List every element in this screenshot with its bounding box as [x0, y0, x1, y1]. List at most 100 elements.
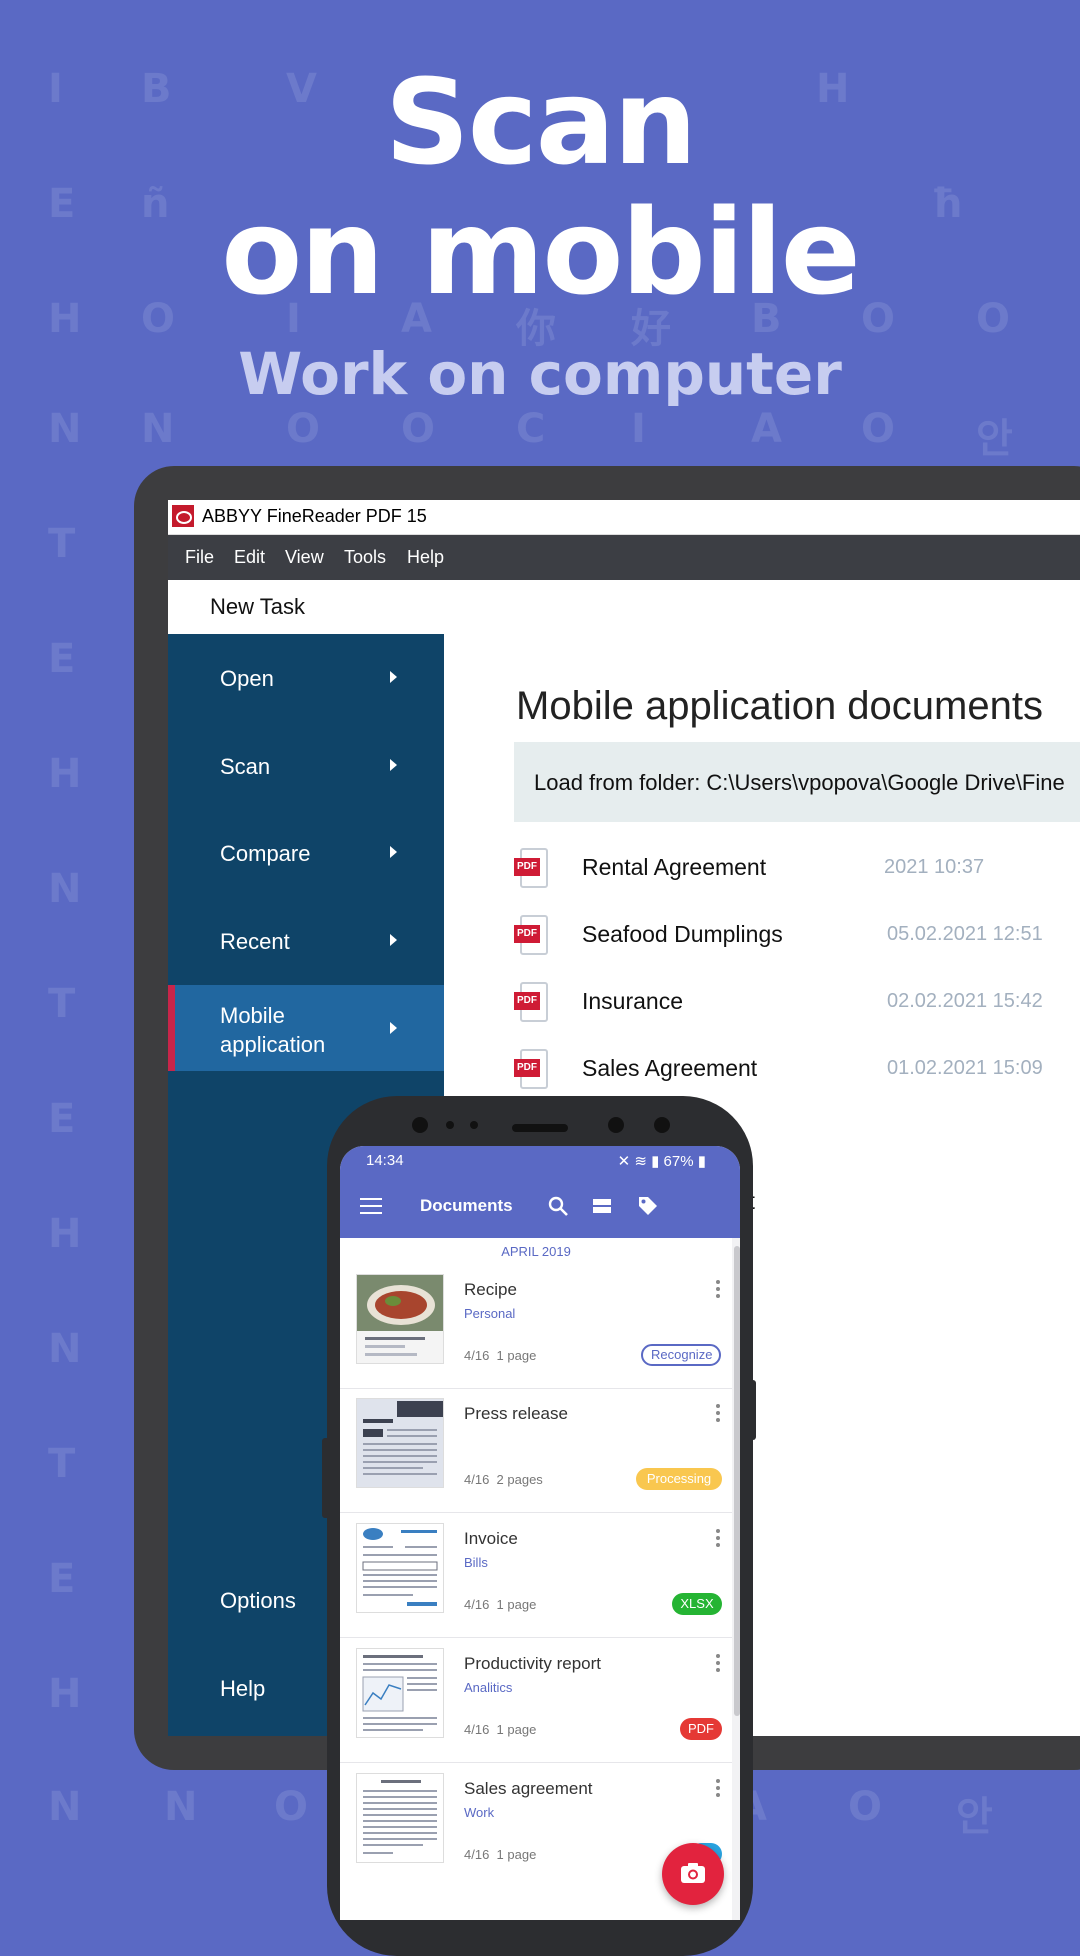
status-time: 14:34	[366, 1152, 404, 1169]
document-date: 4/16	[464, 1597, 490, 1612]
sidebar-item-mobile-application[interactable]: Mobile application	[168, 985, 444, 1071]
document-card-invoice[interactable]: Invoice Bills 4/16 1 page XLSX	[340, 1513, 732, 1638]
more-options-icon[interactable]	[716, 1779, 720, 1797]
document-title: Productivity report	[464, 1654, 601, 1673]
sidebar-item-scan[interactable]: Scan	[168, 722, 444, 808]
sidebar-item-label: Recent	[220, 929, 290, 954]
sidebar-item-compare[interactable]: Compare	[168, 809, 444, 895]
phone-front-camera-icon	[412, 1117, 428, 1133]
background-letter: H	[48, 1671, 82, 1717]
document-date: 05.02.2021 12:51	[887, 923, 1043, 945]
document-card-recipe[interactable]: Recipe Personal 4/16 1 page Recognize	[340, 1264, 732, 1389]
document-date: 4/16	[464, 1847, 490, 1862]
background-letter: N	[48, 866, 82, 912]
more-options-icon[interactable]	[716, 1280, 720, 1298]
format-badge: PDF	[680, 1718, 722, 1740]
background-letter: O	[861, 406, 896, 452]
load-folder-bar[interactable]: Load from folder: C:\Users\vpopova\Googl…	[514, 742, 1080, 822]
more-options-icon[interactable]	[716, 1404, 720, 1422]
headline-line-2: on mobile	[221, 183, 861, 321]
menu-edit[interactable]: Edit	[234, 547, 265, 568]
document-row[interactable]: PDF Sales Agreement 01.02.2021 15:09	[514, 1049, 1080, 1099]
chevron-right-icon	[390, 759, 397, 771]
menu-view[interactable]: View	[285, 547, 324, 568]
tag-icon[interactable]	[636, 1194, 660, 1218]
document-title: Sales agreement	[464, 1779, 593, 1798]
background-letter: O	[401, 406, 436, 452]
battery-percent: 67%	[663, 1153, 694, 1170]
document-list: APRIL 2019 Recipe Personal 4/16 1 page R…	[340, 1238, 732, 1920]
document-pages: 2 pages	[496, 1472, 543, 1487]
status-icons: ✕ ≋ ▮ 67% ▮	[618, 1152, 706, 1170]
document-meta: 4/16 1 page	[464, 1722, 536, 1737]
scan-camera-button[interactable]	[662, 1843, 724, 1905]
phone-sensor-icon	[470, 1121, 478, 1129]
background-letter: 안	[956, 1794, 993, 1840]
search-icon[interactable]	[546, 1194, 570, 1218]
document-date: 4/16	[464, 1472, 490, 1487]
background-letter: H	[48, 751, 82, 797]
document-pages: 1 page	[496, 1722, 537, 1737]
document-name: Sales Agreement	[582, 1055, 758, 1081]
new-task-label: New Task	[210, 594, 305, 619]
document-pages: 1 page	[496, 1847, 537, 1862]
document-pages: 1 page	[496, 1597, 537, 1612]
menu-bar: File Edit View Tools Help	[168, 535, 1080, 580]
press-release-thumbnail	[356, 1398, 444, 1488]
document-pages: 1 page	[496, 1348, 537, 1363]
document-meta: 4/16 1 page	[464, 1847, 536, 1862]
camera-icon	[681, 1863, 705, 1883]
chevron-right-icon	[390, 671, 397, 683]
document-card-press-release[interactable]: Press release 4/16 2 pages Processing	[340, 1388, 732, 1513]
background-letter: T	[48, 1441, 76, 1487]
sidebar-item-recent[interactable]: Recent	[168, 897, 444, 983]
document-category[interactable]: Personal	[464, 1306, 515, 1321]
pdf-file-icon: PDF	[514, 915, 548, 955]
more-options-icon[interactable]	[716, 1654, 720, 1672]
battery-icon: ▮	[697, 1153, 706, 1170]
sidebar-item-label: Help	[220, 1676, 266, 1701]
document-row[interactable]: PDF Seafood Dumplings 05.02.2021 12:51	[514, 915, 1080, 965]
view-mode-icon[interactable]	[590, 1194, 614, 1218]
pdf-file-icon: PDF	[514, 1049, 548, 1089]
section-header: APRIL 2019	[501, 1244, 571, 1259]
menu-tools[interactable]: Tools	[344, 547, 386, 568]
menu-file[interactable]: File	[185, 547, 214, 568]
content-title: Mobile application documents	[516, 684, 1043, 728]
signal-icon: ▮	[651, 1153, 660, 1170]
recipe-thumbnail	[356, 1274, 444, 1364]
recognize-button[interactable]: Recognize	[641, 1344, 721, 1366]
document-title: Invoice	[464, 1529, 518, 1548]
document-category[interactable]: Analitics	[464, 1680, 512, 1695]
scrollbar[interactable]	[734, 1246, 740, 1716]
document-card-productivity-report[interactable]: Productivity report Analitics 4/16 1 pag…	[340, 1638, 732, 1763]
window-title: ABBYY FineReader PDF 15	[202, 506, 427, 526]
sidebar-item-open[interactable]: Open	[168, 634, 444, 720]
background-letter: T	[48, 521, 76, 567]
document-row[interactable]: PDF Rental Agreement 2021 10:37	[514, 848, 1080, 898]
background-letter: C	[516, 406, 546, 452]
window-titlebar: ABBYY FineReader PDF 15	[168, 500, 1080, 535]
document-date: 02.02.2021 15:42	[887, 990, 1043, 1012]
phone-speaker	[512, 1124, 568, 1132]
abbyy-logo-icon	[172, 505, 194, 527]
sidebar-item-label: Compare	[220, 841, 311, 866]
menu-icon[interactable]	[360, 1198, 382, 1214]
more-options-icon[interactable]	[716, 1529, 720, 1547]
mute-icon: ✕	[617, 1153, 631, 1170]
document-date: 4/16	[464, 1722, 490, 1737]
wifi-icon: ≋	[634, 1153, 647, 1170]
menu-help[interactable]: Help	[407, 547, 444, 568]
subtitle: Work on computer	[238, 340, 842, 408]
background-letter: A	[751, 406, 782, 452]
document-category[interactable]: Work	[464, 1805, 494, 1820]
pdf-file-icon: PDF	[514, 982, 548, 1022]
document-category[interactable]: Bills	[464, 1555, 488, 1570]
document-row[interactable]: PDF Insurance 02.02.2021 15:42	[514, 982, 1080, 1032]
chevron-right-icon	[390, 1022, 397, 1034]
document-meta: 4/16 2 pages	[464, 1472, 543, 1487]
background-letter: N	[48, 1326, 82, 1372]
document-meta: 4/16 1 page	[464, 1348, 536, 1363]
document-date: 4/16	[464, 1348, 490, 1363]
background-letter: O	[274, 1784, 309, 1830]
